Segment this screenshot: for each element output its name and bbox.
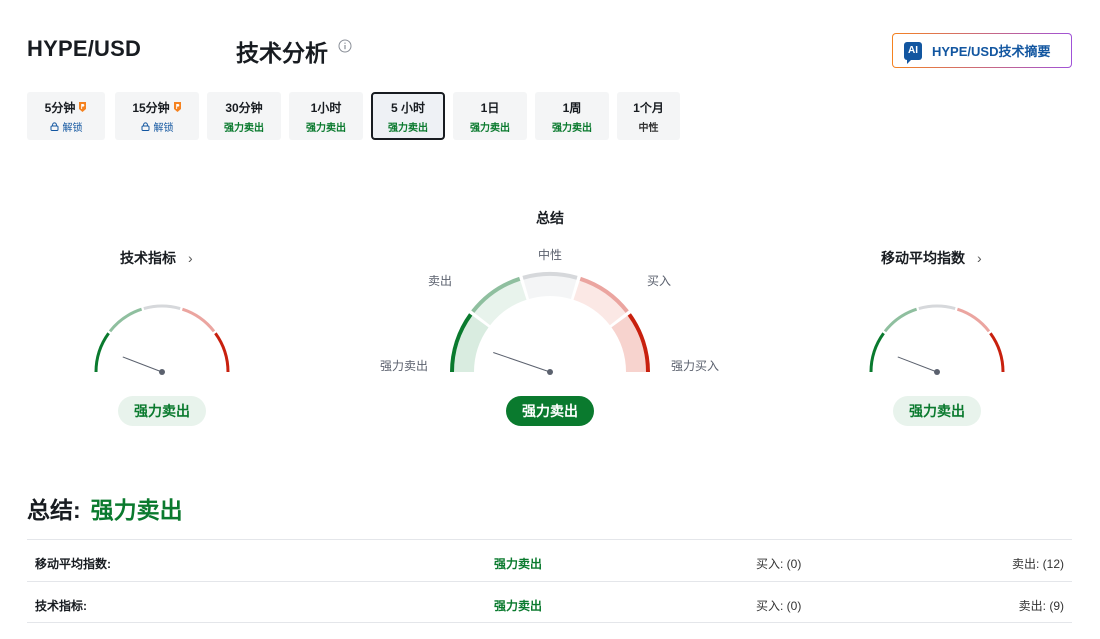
moving-averages-label: 移动平均指数: [881, 250, 965, 266]
technical-result-badge: 强力卖出: [118, 396, 206, 426]
chevron-right-icon: ›: [977, 250, 982, 266]
table-row: 移动平均指数: 强力卖出 买入: (0) 卖出: (12): [27, 539, 1072, 581]
gauge-segment-neutral: [143, 304, 181, 311]
gauge-segment-strong-sell: [869, 332, 885, 373]
gauge-segment-sell: [108, 307, 143, 333]
row-name: 技术指标:: [35, 599, 87, 613]
row-name: 移动平均指数:: [35, 557, 111, 571]
label-strong-sell: 强力卖出: [380, 359, 429, 373]
gauge-segment-strong-buy: [989, 332, 1005, 373]
gauge-segment-buy: [181, 307, 216, 333]
row-sell-count: 卖出: (12): [1011, 557, 1064, 571]
gauge-segment-neutral: [918, 304, 956, 311]
summary-heading: 总结: 强力卖出: [27, 491, 183, 525]
gauge-segment-sell: [883, 307, 918, 333]
label-buy: 买入: [647, 274, 672, 288]
summary-heading-label: 总结:: [27, 497, 81, 523]
gauge-needle-hub: [159, 369, 165, 375]
label-strong-buy: 强力买入: [671, 359, 720, 373]
gauge-segment-strong-buy: [214, 332, 230, 373]
gauge-needle-hub: [547, 369, 553, 375]
gauge-needle: [122, 356, 163, 373]
gauge-segment-buy: [956, 307, 991, 333]
gauge-needle: [897, 356, 938, 373]
row-signal: 强力卖出: [494, 599, 543, 613]
summary-table: 移动平均指数: 强力卖出 买入: (0) 卖出: (12) 技术指标: 强力卖出 买入: (…: [27, 539, 1072, 623]
gauge-segment-strong-sell: [94, 332, 110, 373]
summary-result-badge: 强力卖出: [506, 396, 594, 426]
summary-heading-value: 强力卖出: [90, 497, 183, 523]
moving-averages-title[interactable]: 移动平均指数 ›: [881, 248, 982, 268]
table-row: 技术指标: 强力卖出 买入: (0) 卖出: (9): [27, 581, 1072, 623]
summary-gauge-title: 总结: [536, 210, 564, 226]
gauge-needle: [493, 351, 551, 373]
row-signal: 强力卖出: [494, 557, 543, 571]
gauge-needle-hub: [934, 369, 940, 375]
row-buy-count: 买入: (0): [756, 557, 802, 571]
moving-averages-result-badge: 强力卖出: [893, 396, 981, 426]
row-sell-count: 卖出: (9): [1018, 599, 1064, 613]
label-sell: 卖出: [428, 274, 453, 288]
row-buy-count: 买入: (0): [756, 599, 802, 613]
label-neutral: 中性: [538, 248, 563, 262]
